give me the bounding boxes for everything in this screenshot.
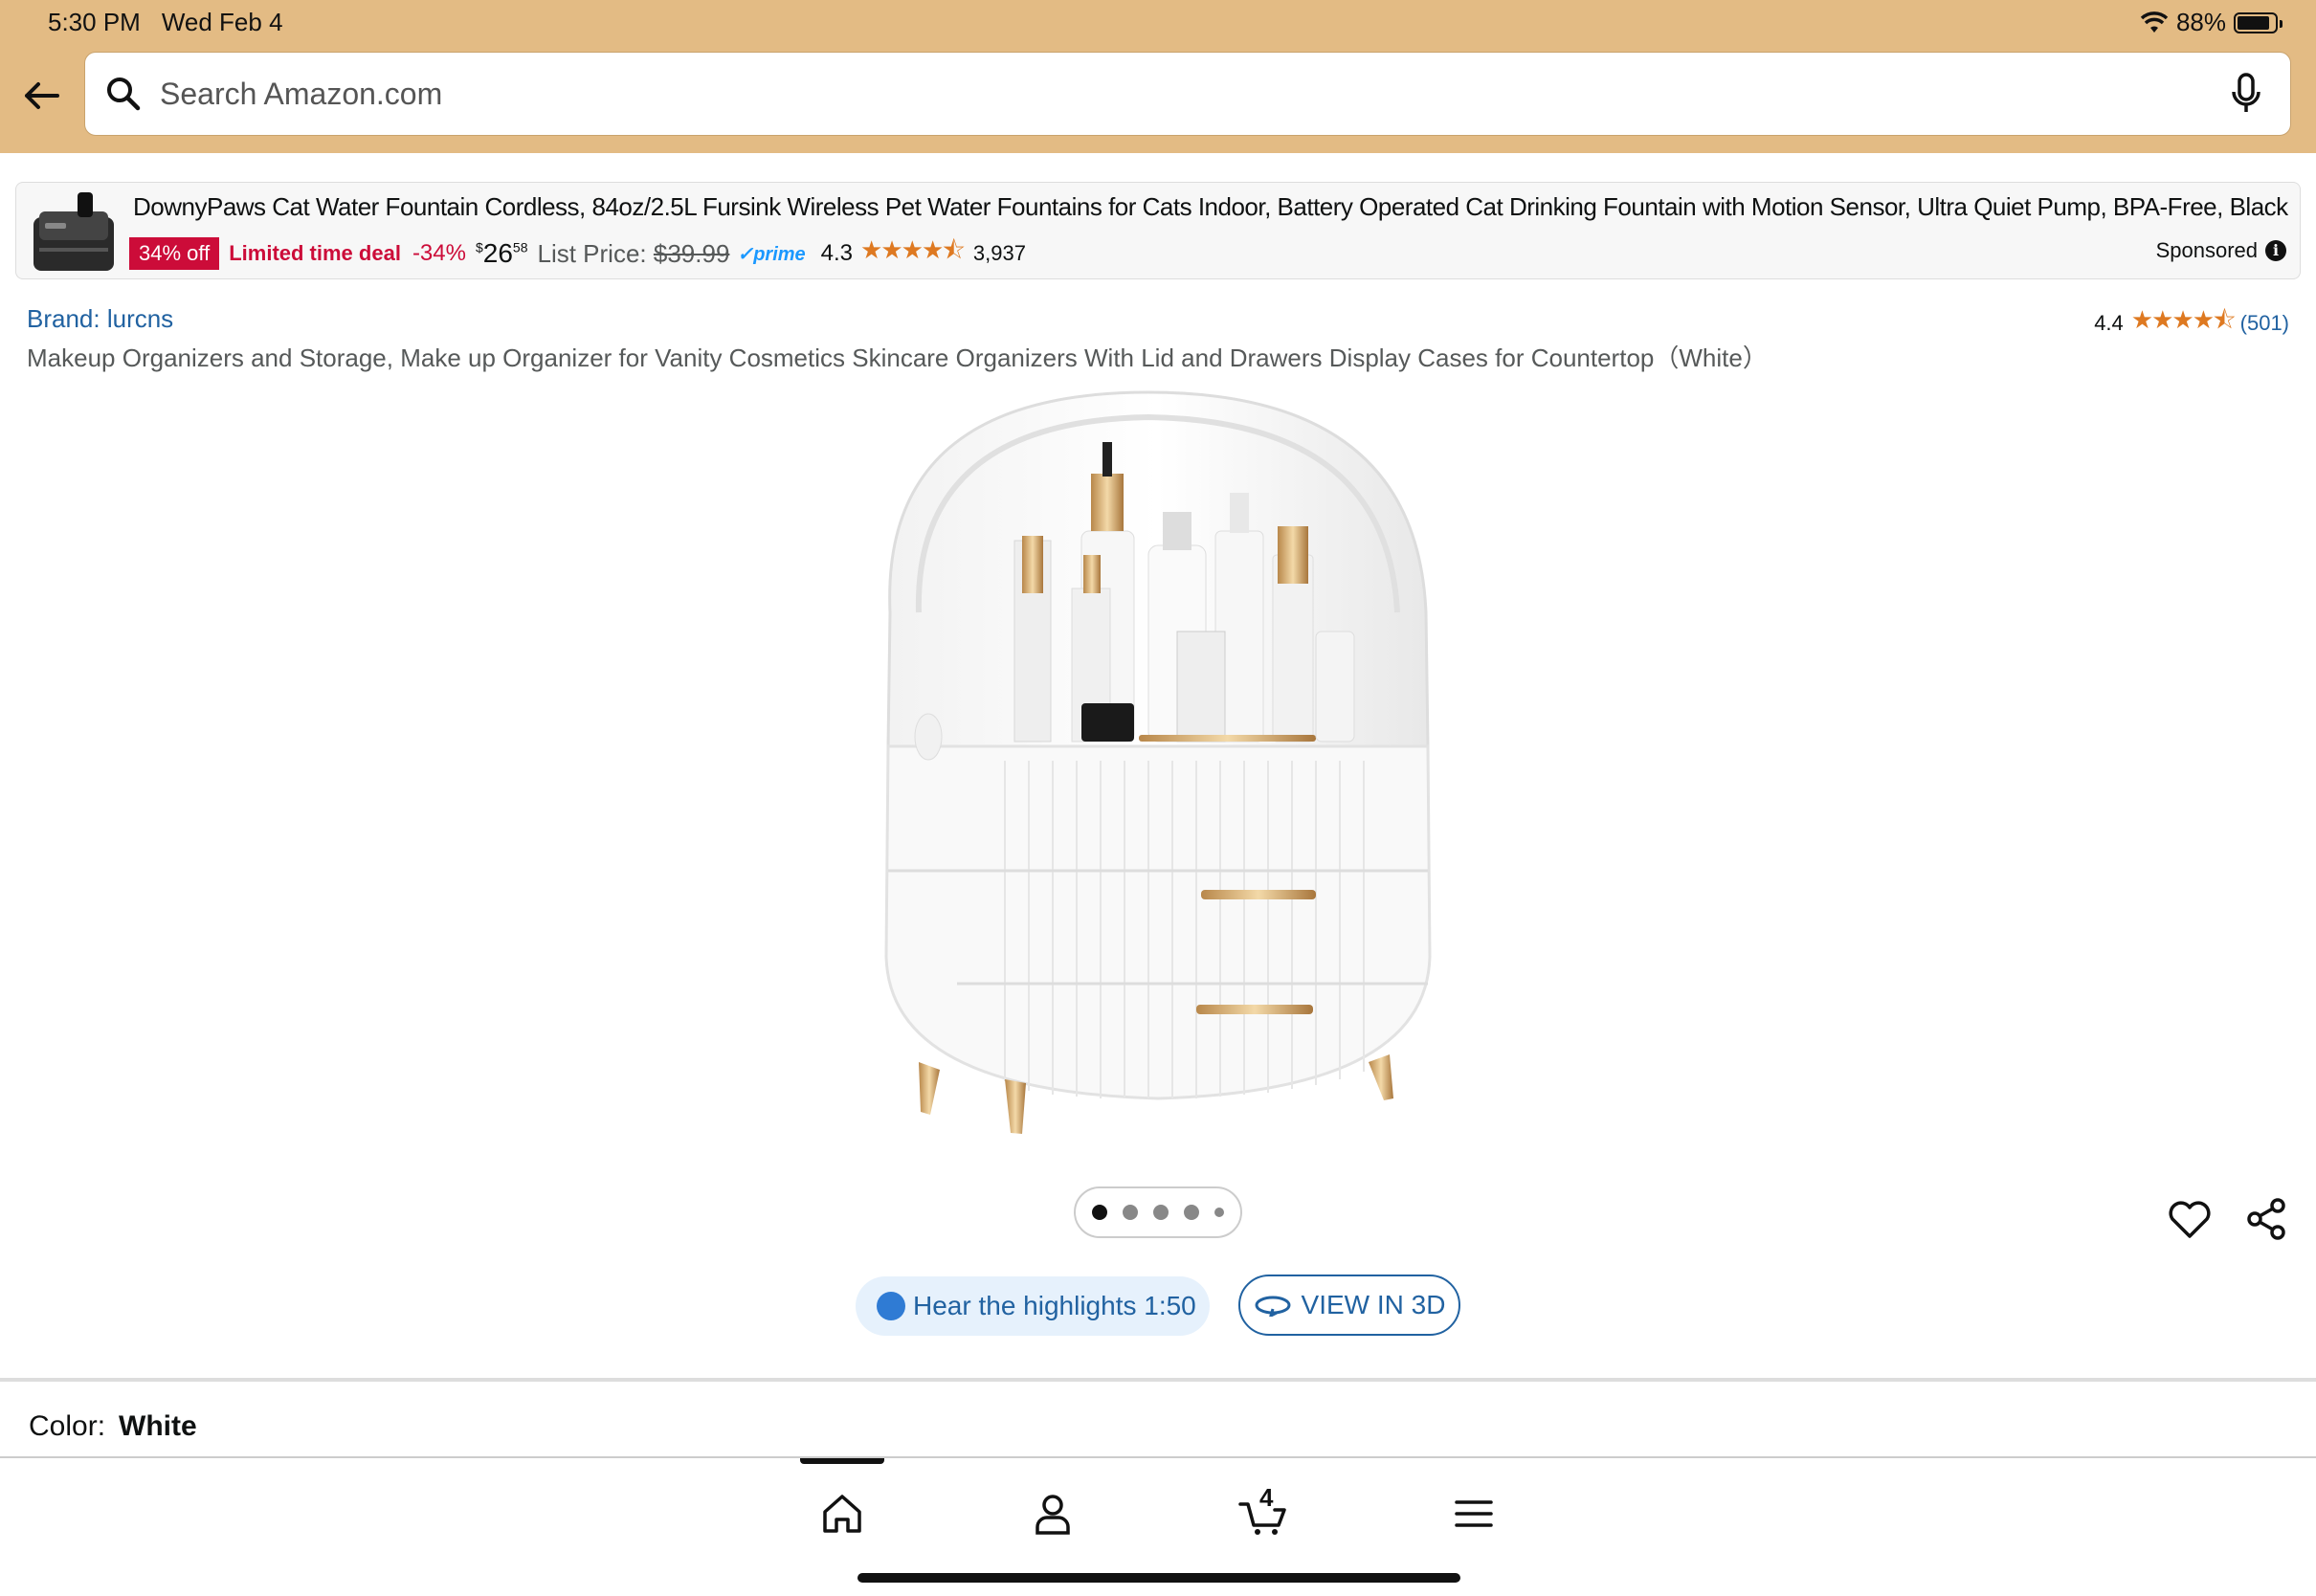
heart-icon[interactable] (2167, 1196, 2213, 1242)
color-value: White (119, 1410, 197, 1442)
search-input[interactable] (160, 76, 2229, 112)
account-icon[interactable] (1026, 1487, 1080, 1541)
back-arrow-icon[interactable] (19, 73, 65, 119)
speaker-icon (877, 1292, 905, 1320)
product-image[interactable] (861, 383, 1455, 1148)
home-icon[interactable] (815, 1487, 869, 1541)
ad-rating: 4.3 (820, 240, 854, 266)
brand-link[interactable]: Brand: lurcns (27, 304, 173, 334)
carousel-dot[interactable] (1184, 1205, 1199, 1220)
share-icon[interactable] (2245, 1196, 2287, 1242)
info-icon[interactable]: i (2265, 240, 2286, 261)
status-time: 5:30 PM (48, 8, 141, 36)
review-count-link[interactable]: (501) (2240, 311, 2289, 336)
active-tab-indicator (800, 1458, 884, 1464)
ad-price-row: 34% off Limited time deal -34% $2658 Lis… (129, 233, 1026, 275)
product-title: Makeup Organizers and Storage, Make up O… (27, 344, 1768, 372)
discount-percent: -34% (412, 240, 466, 266)
ad-review-count: 3,937 (972, 241, 1026, 265)
cart-count-badge: 4 (1259, 1483, 1274, 1512)
divider (0, 1378, 2316, 1382)
wifi-icon (2140, 11, 2169, 33)
home-indicator (857, 1573, 1460, 1583)
product-rating[interactable]: 4.4 ★★★★⯪ (501) (2094, 302, 2289, 344)
ad-product-image (33, 192, 114, 271)
prime-badge: ✓prime (737, 243, 806, 265)
bottom-nav: 4 (0, 1456, 2316, 1596)
ad-stars-icon: ★★★★⯪ (860, 235, 966, 264)
color-selector: Color: White (29, 1410, 197, 1443)
battery-percent: 88% (2175, 8, 2226, 36)
carousel-dot[interactable] (1092, 1205, 1107, 1220)
view-in-3d-button[interactable]: VIEW IN 3D (1238, 1275, 1460, 1336)
discount-badge: 34% off (129, 237, 220, 270)
battery-icon (2234, 11, 2283, 33)
search-bar[interactable] (84, 52, 2291, 136)
carousel-dot[interactable] (1123, 1205, 1138, 1220)
sponsored-label[interactable]: Sponsored i (2156, 238, 2286, 263)
list-price: List Price: $39.99 (537, 238, 730, 268)
menu-icon[interactable] (1447, 1487, 1501, 1541)
rating-stars-icon: ★★★★⯪ (2130, 305, 2237, 334)
header: 5:30 PM Wed Feb 4 88% (0, 0, 2316, 153)
carousel-dot[interactable] (1153, 1205, 1169, 1220)
status-right: 88% (2140, 8, 2283, 37)
hear-highlights-button[interactable]: Hear the highlights 1:50 (856, 1276, 1210, 1336)
carousel-dot[interactable] (1214, 1208, 1224, 1217)
ad-title[interactable]: DownyPaws Cat Water Fountain Cordless, 8… (133, 192, 2288, 222)
image-carousel-dots[interactable] (1074, 1186, 1242, 1238)
sponsored-ad[interactable]: DownyPaws Cat Water Fountain Cordless, 8… (15, 182, 2301, 279)
status-bar: 5:30 PM Wed Feb 4 (48, 8, 283, 37)
ad-price: $2658 (475, 238, 528, 268)
rotate-3d-icon (1255, 1296, 1291, 1317)
microphone-icon[interactable] (2229, 73, 2263, 115)
deal-label: Limited time deal (229, 241, 401, 265)
status-date: Wed Feb 4 (161, 8, 283, 36)
rating-value: 4.4 (2094, 311, 2124, 335)
color-label: Color: (29, 1410, 106, 1442)
search-icon (107, 78, 141, 111)
